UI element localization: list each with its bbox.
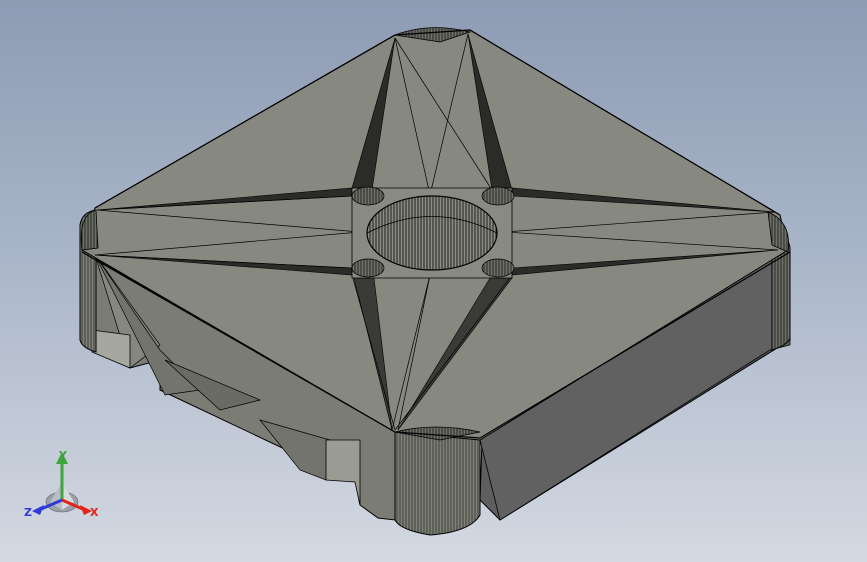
fillet-bottom-left	[351, 258, 385, 278]
side-notch	[325, 439, 361, 506]
fillet-top-left	[351, 186, 385, 206]
center-hole	[366, 195, 498, 271]
part-model[interactable]	[0, 0, 867, 562]
triad-label-z: Z	[24, 506, 32, 519]
fillet-bottom-right	[481, 258, 515, 278]
triad-label-y: Y	[58, 449, 68, 462]
triad-label-x: X	[90, 506, 99, 519]
graphics-viewport[interactable]: Y X Z	[0, 0, 867, 562]
side-notch	[91, 329, 131, 369]
fillet-top-right	[481, 186, 515, 206]
coordinate-triad-icon: Y X Z	[24, 449, 99, 519]
corner-cylinder-front	[394, 428, 481, 536]
